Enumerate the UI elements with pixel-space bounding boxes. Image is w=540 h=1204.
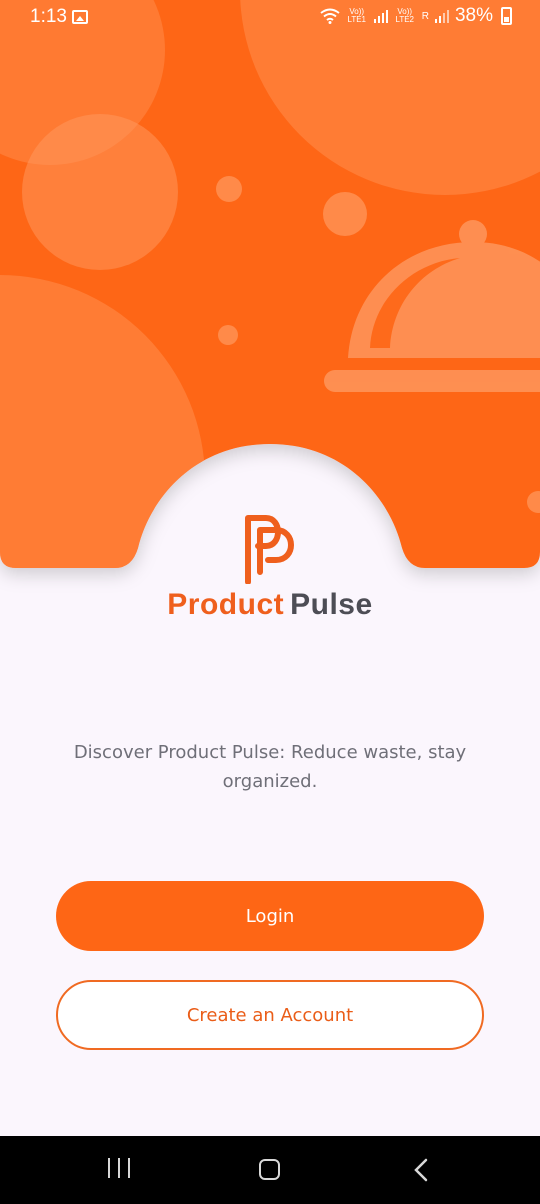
brand-name-part2: Pulse xyxy=(290,588,373,621)
battery-icon xyxy=(501,7,512,25)
login-button-label: Login xyxy=(245,905,295,927)
app-logo-icon xyxy=(245,515,294,584)
brand-name-part1: Product xyxy=(167,588,285,621)
network-label-1: Vo)) LTE1 xyxy=(347,7,366,24)
create-account-button-label: Create an Account xyxy=(186,1004,354,1026)
gallery-icon xyxy=(72,10,88,24)
create-account-button[interactable]: Create an Account xyxy=(56,980,484,1050)
signal-icon-2 xyxy=(434,10,449,23)
wifi-icon xyxy=(320,8,340,24)
roaming-label: R xyxy=(421,10,429,22)
signal-icon xyxy=(373,10,388,23)
home-icon[interactable] xyxy=(259,1159,280,1180)
login-button[interactable]: Login xyxy=(56,881,484,951)
status-bar: 1:13 Vo)) LTE1 Vo)) LTE2 R 38% xyxy=(0,0,540,35)
welcome-screen: 1:13 Vo)) LTE1 Vo)) LTE2 R 38% Product P… xyxy=(0,0,540,1204)
tagline: Discover Product Pulse: Reduce waste, st… xyxy=(73,742,467,792)
brand-name: Product Pulse xyxy=(0,588,540,622)
network-label-2: Vo)) LTE2 xyxy=(395,7,414,24)
status-time: 1:13 xyxy=(30,6,67,27)
system-nav-bar xyxy=(0,1136,540,1204)
back-icon[interactable] xyxy=(412,1158,432,1182)
battery-percent: 38% xyxy=(454,5,493,26)
status-indicators: Vo)) LTE1 Vo)) LTE2 R 38% xyxy=(320,5,512,27)
recents-icon[interactable] xyxy=(108,1158,130,1180)
